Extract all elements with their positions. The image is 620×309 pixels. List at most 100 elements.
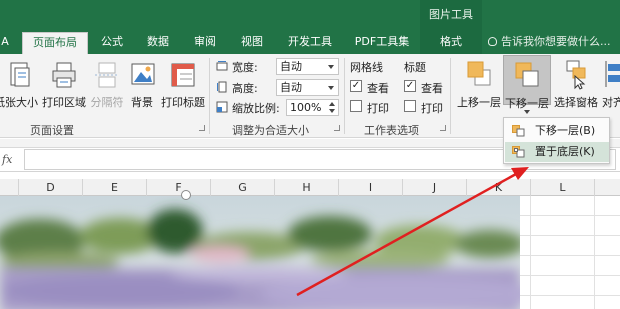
breaks-label: 分隔符 xyxy=(90,96,124,109)
group-divider xyxy=(344,58,345,134)
background-image-icon xyxy=(131,63,155,85)
picture-tools-label: 图片工具 xyxy=(429,8,473,21)
tab-data[interactable]: 数据 xyxy=(140,32,176,54)
headings-print-checkbox[interactable] xyxy=(404,100,416,112)
paper-size-label: 纸张大小 xyxy=(0,96,38,109)
column-header-i[interactable]: I xyxy=(339,179,403,196)
insert-function-icon[interactable]: fx xyxy=(2,153,12,166)
inserted-picture[interactable] xyxy=(0,196,520,309)
scale-icon xyxy=(216,101,228,113)
tab-review[interactable]: 审阅 xyxy=(187,32,223,54)
scale-spinner[interactable]: 100% xyxy=(286,99,339,116)
selection-pane-button[interactable]: 选择窗格 xyxy=(553,58,599,110)
tell-me-search[interactable]: 告诉我你想要做什么... xyxy=(488,32,611,52)
background-label: 背景 xyxy=(131,96,153,109)
menu-item-send-backward[interactable]: 下移一层(B) xyxy=(505,121,609,141)
height-label: 高度: xyxy=(232,82,258,95)
gridlines-heading: 网格线 xyxy=(350,61,383,74)
bring-forward-button[interactable]: 上移一层 xyxy=(456,58,502,110)
menu-item-send-to-back[interactable]: 置于底层(K) xyxy=(505,142,609,162)
height-value: 自动 xyxy=(280,81,302,94)
spin-down-icon[interactable] xyxy=(329,109,335,113)
scale-value: 100% xyxy=(290,101,322,114)
selection-pane-label: 选择窗格 xyxy=(554,96,598,109)
send-backward-menu: 下移一层(B) 置于底层(K) xyxy=(503,117,610,164)
sheet-options-group-label: 工作表选项 xyxy=(364,124,419,137)
send-backward-small-icon xyxy=(512,125,525,137)
grid-line xyxy=(530,196,531,309)
send-backward-chevron-icon[interactable] xyxy=(524,110,530,114)
scale-to-fit-group-label: 调整为合适大小 xyxy=(232,124,309,137)
headings-view-label: 查看 xyxy=(421,82,443,95)
width-icon xyxy=(216,61,228,71)
tab-pdf-tools[interactable]: PDF工具集 xyxy=(350,32,414,54)
garden-photo xyxy=(0,196,520,309)
spin-up-icon[interactable] xyxy=(329,102,335,106)
page-setup-launcher-icon[interactable] xyxy=(199,125,205,131)
gridlines-view-label: 查看 xyxy=(367,82,389,95)
menu-item-send-backward-label: 下移一层(B) xyxy=(535,124,596,137)
gridlines-print-checkbox[interactable] xyxy=(350,100,362,112)
chevron-down-icon xyxy=(328,65,334,69)
align-button[interactable]: 对齐 xyxy=(602,58,620,110)
scale-to-fit-launcher-icon[interactable] xyxy=(334,125,340,131)
height-icon xyxy=(217,81,227,93)
column-header-l[interactable]: L xyxy=(531,179,595,196)
column-header-k[interactable]: K xyxy=(467,179,531,196)
background-button[interactable]: 背景 xyxy=(128,60,156,110)
group-divider xyxy=(209,58,210,134)
width-select[interactable]: 自动 xyxy=(276,58,339,75)
scale-label: 缩放比例: xyxy=(232,102,280,115)
tab-format[interactable]: 格式 xyxy=(428,32,474,54)
send-backward-button[interactable]: 下移一层 xyxy=(503,55,551,110)
align-label: 对齐 xyxy=(602,96,620,109)
paper-size-button[interactable]: 纸张大小 xyxy=(0,60,40,110)
group-divider xyxy=(450,58,451,134)
gridlines-view-checkbox[interactable]: ✓ xyxy=(350,80,362,92)
tab-partial[interactable]: A xyxy=(0,32,10,54)
selection-pane-icon xyxy=(566,60,586,90)
headings-print-label: 打印 xyxy=(421,102,443,115)
bring-forward-label: 上移一层 xyxy=(457,96,501,109)
lightbulb-icon xyxy=(488,37,497,46)
breaks-icon xyxy=(95,62,119,88)
column-headers: D E F G H I J K L xyxy=(0,179,620,196)
print-titles-label: 打印标题 xyxy=(161,96,205,109)
send-to-back-icon xyxy=(512,146,525,158)
chevron-down-icon xyxy=(328,86,334,90)
align-icon xyxy=(605,61,620,87)
print-titles-button[interactable]: 打印标题 xyxy=(160,60,206,110)
bring-forward-icon xyxy=(467,61,491,86)
print-area-icon xyxy=(52,62,76,88)
breaks-button[interactable]: 分隔符 xyxy=(88,60,126,110)
tab-formulas[interactable]: 公式 xyxy=(94,32,130,54)
column-header-e[interactable]: E xyxy=(83,179,147,196)
tab-view[interactable]: 视图 xyxy=(234,32,270,54)
tab-page-layout[interactable]: 页面布局 xyxy=(22,32,88,54)
send-backward-icon xyxy=(515,62,539,87)
send-backward-label: 下移一层 xyxy=(505,97,549,110)
headings-heading: 标题 xyxy=(404,61,426,74)
column-header-g[interactable]: G xyxy=(211,179,275,196)
page-setup-group-label: 页面设置 xyxy=(30,124,74,137)
width-value: 自动 xyxy=(280,60,302,73)
column-header-h[interactable]: H xyxy=(275,179,339,196)
print-titles-icon xyxy=(171,63,195,87)
tab-developer[interactable]: 开发工具 xyxy=(280,32,340,54)
width-label: 宽度: xyxy=(232,61,258,74)
column-header-d[interactable]: D xyxy=(19,179,83,196)
paper-size-icon xyxy=(10,62,30,87)
gridlines-print-label: 打印 xyxy=(367,102,389,115)
header-spacer xyxy=(0,179,19,196)
menu-item-send-to-back-label: 置于底层(K) xyxy=(535,145,595,158)
picture-rotate-handle[interactable] xyxy=(181,190,191,200)
column-header-j[interactable]: J xyxy=(403,179,467,196)
sheet-options-launcher-icon[interactable] xyxy=(440,125,446,131)
column-header-f[interactable]: F xyxy=(147,179,211,196)
print-area-label: 打印区域 xyxy=(42,96,86,109)
grid-line xyxy=(594,196,595,309)
height-select[interactable]: 自动 xyxy=(276,79,339,96)
tell-me-text: 告诉我你想要做什么... xyxy=(501,35,611,48)
headings-view-checkbox[interactable]: ✓ xyxy=(404,80,416,92)
print-area-button[interactable]: 打印区域 xyxy=(42,60,86,110)
